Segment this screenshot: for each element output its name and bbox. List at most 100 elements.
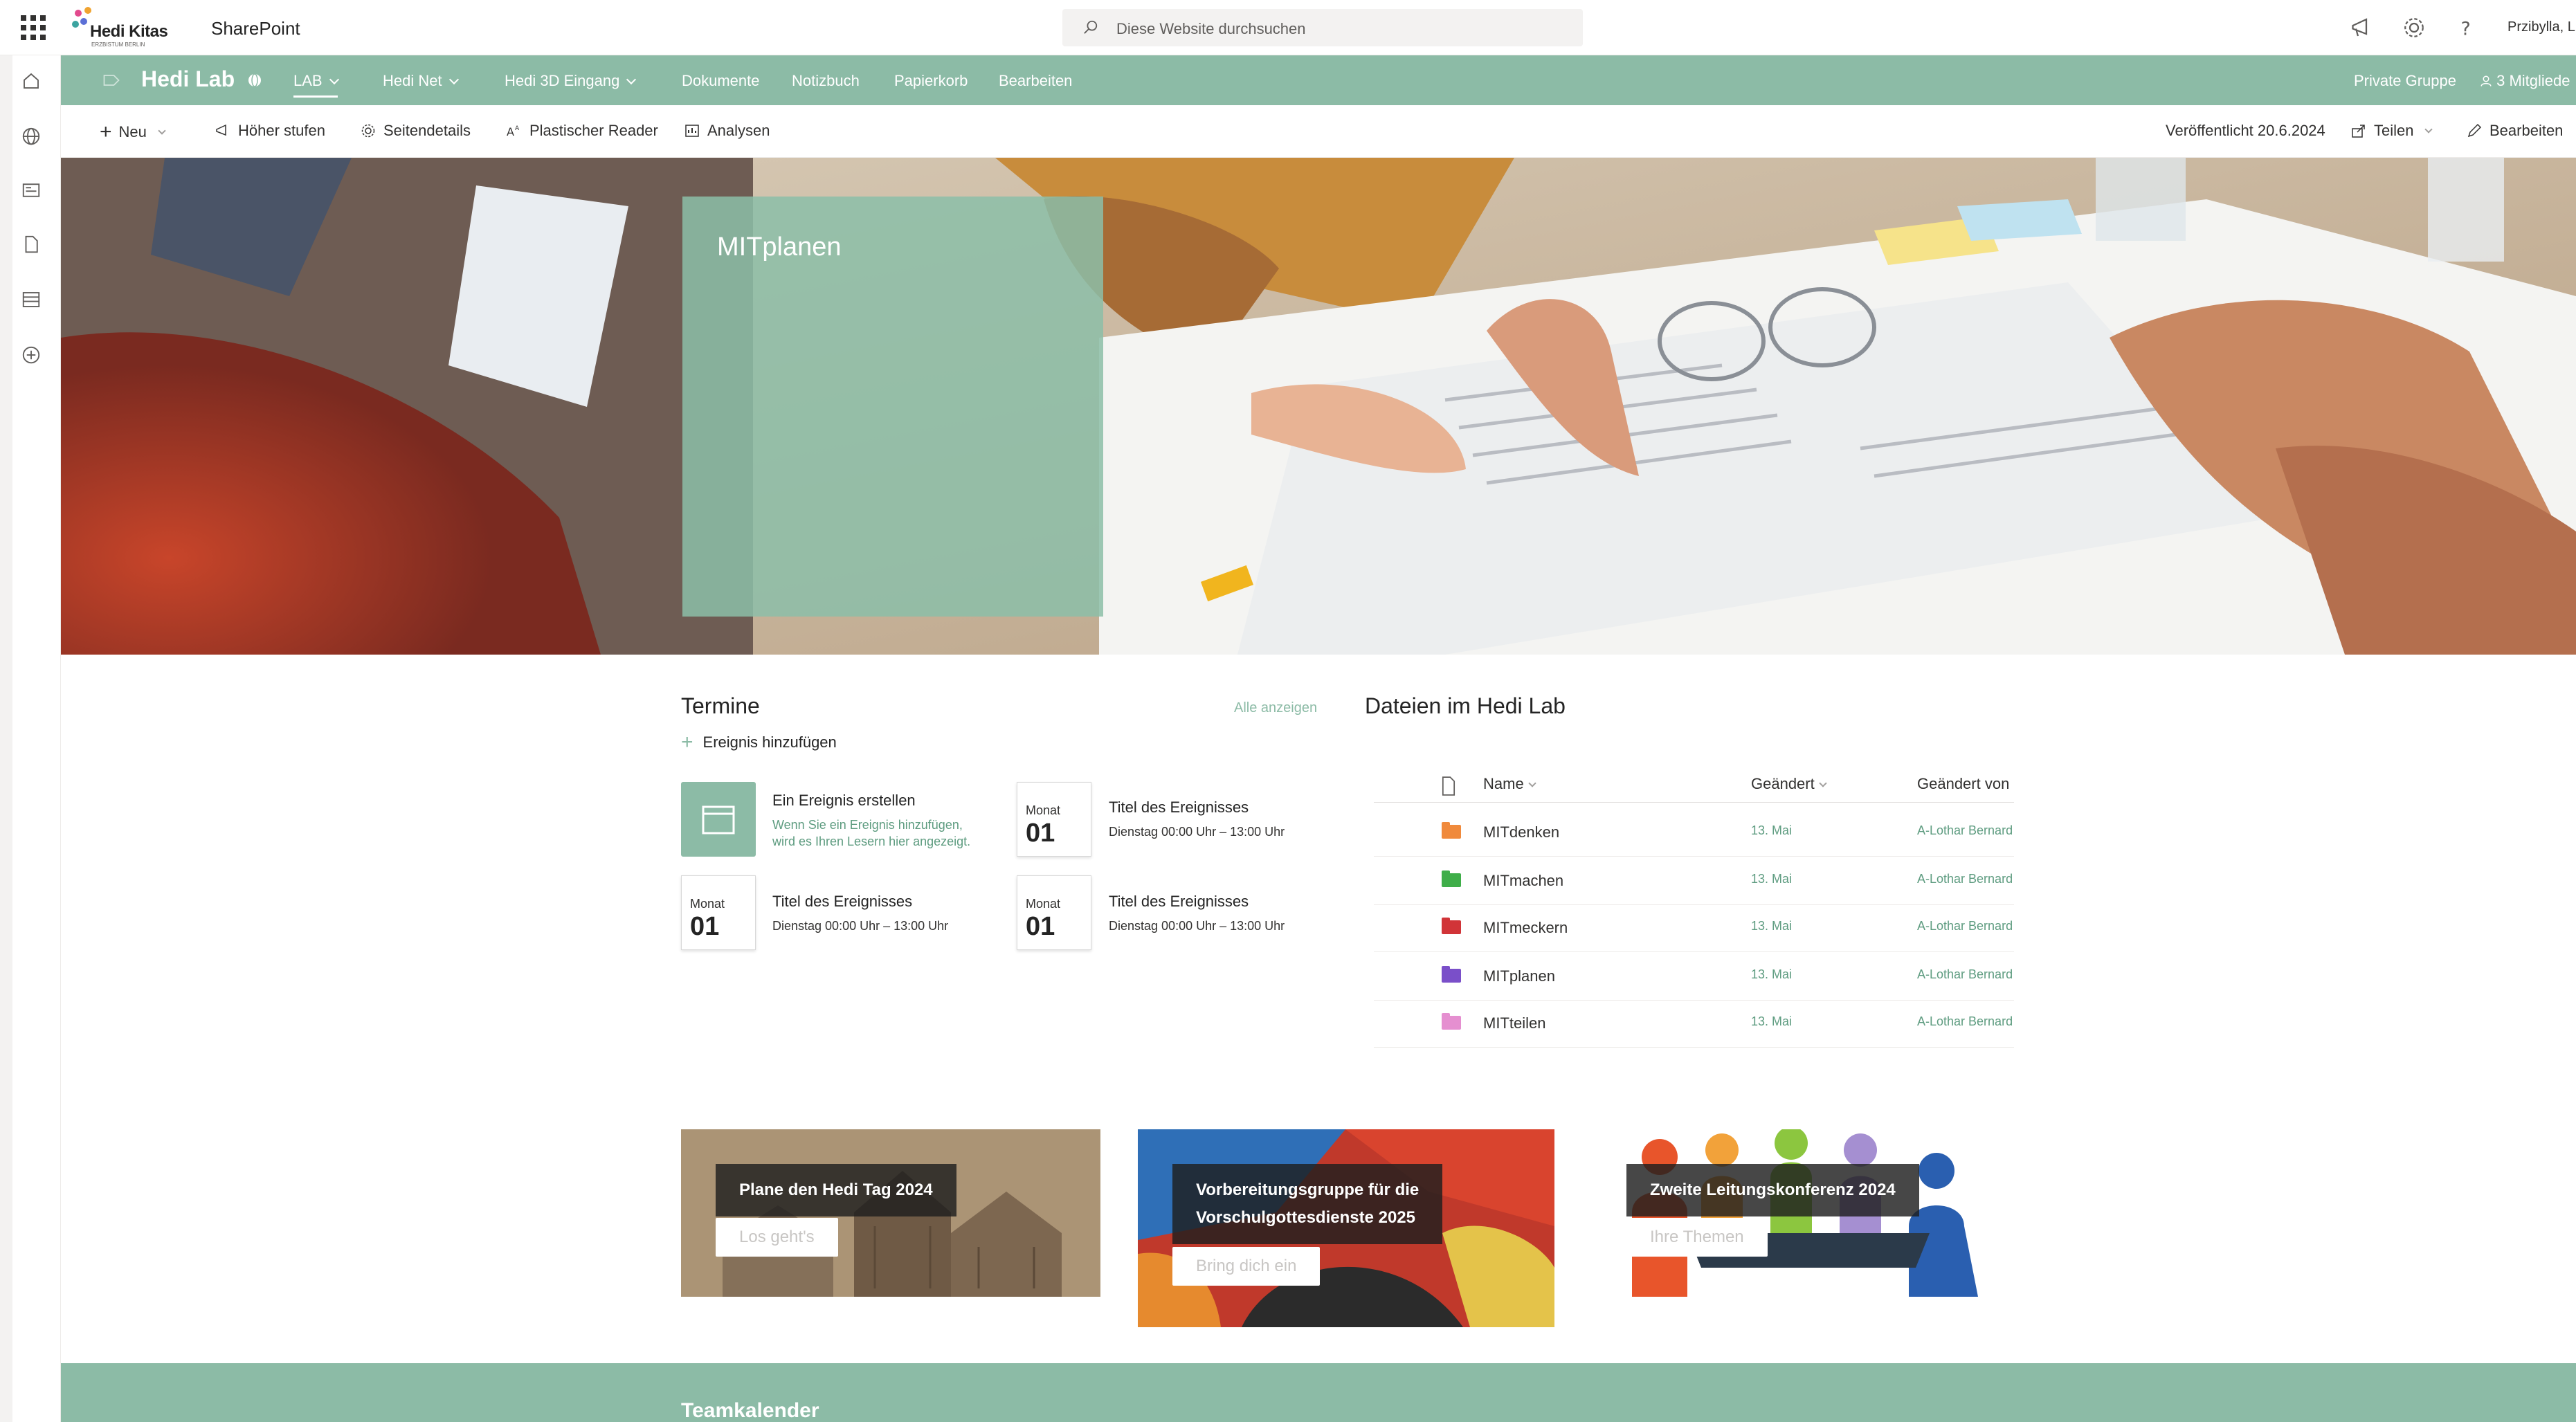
- nav-item-hedi-net[interactable]: Hedi Net: [383, 72, 459, 90]
- svg-text:?: ?: [2461, 19, 2471, 40]
- calendar-placeholder-tile: [681, 782, 756, 857]
- nav-item-hedi-3d-eingang[interactable]: Hedi 3D Eingang: [505, 72, 637, 90]
- file-name[interactable]: MITdenken: [1483, 823, 1559, 841]
- share-button[interactable]: Teilen: [2350, 122, 2433, 140]
- file-name[interactable]: MITmachen: [1483, 872, 1563, 890]
- banner-card-leitungskonferenz[interactable]: Zweite Leitungskonferenz 2024 Ihre Theme…: [1604, 1129, 2000, 1297]
- org-name: Hedi Kitas: [90, 22, 168, 41]
- org-logo[interactable]: Hedi Kitas ERZBISTUM BERLIN: [69, 6, 173, 50]
- app-name[interactable]: SharePoint: [211, 18, 300, 39]
- nav-item-bearbeiten[interactable]: Bearbeiten: [999, 72, 1072, 90]
- card-title: Vorbereitungsgruppe für die Vorschulgott…: [1172, 1164, 1443, 1244]
- card-title: Plane den Hedi Tag 2024: [716, 1164, 956, 1216]
- share-label: Teilen: [2374, 122, 2414, 139]
- add-circle-icon[interactable]: [21, 345, 42, 365]
- globe-icon: [248, 73, 261, 87]
- file-modified-by[interactable]: A-Lothar Bernard: [1917, 967, 2014, 982]
- new-button[interactable]: + Neu: [100, 122, 166, 143]
- site-title[interactable]: Hedi Lab: [141, 66, 235, 92]
- file-modified-by[interactable]: A-Lothar Bernard: [1917, 1014, 2014, 1029]
- event-title[interactable]: Titel des Ereignisses: [1109, 893, 1249, 911]
- analytics-icon: [685, 125, 699, 137]
- file-row[interactable]: MITmachen 13. Mai A-Lothar Bernard: [1374, 857, 2014, 905]
- megaphone-icon[interactable]: [2350, 15, 2375, 40]
- home-icon[interactable]: [21, 71, 42, 91]
- search-box[interactable]: Diese Website durchsuchen: [1062, 9, 1583, 46]
- group-privacy-label: Private Gruppe: [2354, 72, 2456, 89]
- file-row[interactable]: MITmeckern 13. Mai A-Lothar Bernard: [1374, 904, 2014, 952]
- file-row[interactable]: MITplanen 13. Mai A-Lothar Bernard: [1374, 952, 2014, 1001]
- analytics-label: Analysen: [707, 122, 770, 139]
- edit-button[interactable]: Bearbeiten: [2466, 122, 2563, 140]
- card-button[interactable]: Bring dich ein: [1172, 1247, 1321, 1286]
- column-header-modified[interactable]: Geändert: [1751, 775, 1827, 793]
- event-title[interactable]: Titel des Ereignisses: [772, 893, 912, 911]
- file-modified: 13. Mai: [1751, 967, 1793, 981]
- create-event-title[interactable]: Ein Ereignis erstellen: [772, 792, 916, 810]
- event-time: Dienstag 00:00 Uhr – 13:00 Uhr: [772, 919, 949, 933]
- page-details-button[interactable]: Seitendetails: [360, 122, 471, 140]
- members-button[interactable]: 3 Mitgliede: [2480, 72, 2570, 90]
- nav-item-dokumente[interactable]: Dokumente: [682, 72, 760, 90]
- event-title[interactable]: Titel des Ereignisses: [1109, 799, 1249, 817]
- gear-icon[interactable]: [2402, 15, 2427, 40]
- card-title: Zweite Leitungskonferenz 2024: [1626, 1164, 1919, 1216]
- news-icon[interactable]: [21, 180, 42, 201]
- immersive-reader-button[interactable]: AA Plastischer Reader: [506, 122, 658, 140]
- promote-button[interactable]: Höher stufen: [215, 122, 325, 140]
- person-icon: [2480, 75, 2492, 86]
- hero-banner[interactable]: MITplanen: [61, 158, 2576, 655]
- nav-item-notizbuch[interactable]: Notizbuch: [792, 72, 860, 90]
- document-icon[interactable]: [21, 234, 42, 255]
- event-time: Dienstag 00:00 Uhr – 13:00 Uhr: [1109, 919, 1285, 933]
- folder-icon: [1442, 966, 1461, 983]
- file-modified-by[interactable]: A-Lothar Bernard: [1917, 823, 2014, 838]
- chevron-down-icon: [1819, 779, 1827, 787]
- file-name[interactable]: MITmeckern: [1483, 919, 1568, 937]
- reader-icon: AA: [507, 125, 520, 138]
- share-icon: [2352, 125, 2365, 138]
- analytics-button[interactable]: Analysen: [684, 122, 770, 140]
- file-row[interactable]: MITdenken 13. Mai A-Lothar Bernard: [1374, 808, 2014, 857]
- new-label: Neu: [118, 123, 147, 140]
- card-button[interactable]: Los geht's: [716, 1218, 838, 1257]
- file-name[interactable]: MITplanen: [1483, 967, 1555, 985]
- column-header-name[interactable]: Name: [1483, 775, 1536, 793]
- event-day: 01: [1026, 819, 1055, 848]
- file-name[interactable]: MITteilen: [1483, 1014, 1545, 1032]
- members-label: 3 Mitgliede: [2496, 72, 2570, 89]
- events-see-all-link[interactable]: Alle anzeigen: [1234, 700, 1317, 716]
- file-modified-by[interactable]: A-Lothar Bernard: [1917, 919, 2014, 933]
- app-launcher-icon[interactable]: [21, 15, 46, 40]
- add-event-button[interactable]: + Ereignis hinzufügen: [681, 732, 837, 753]
- banner-card-hedi-tag[interactable]: Plane den Hedi Tag 2024 Los geht's: [681, 1129, 1100, 1297]
- gear-icon: [361, 124, 375, 138]
- banner-card-vorbereitungsgruppe[interactable]: Vorbereitungsgruppe für die Vorschulgott…: [1138, 1129, 1554, 1327]
- help-icon[interactable]: ?: [2453, 15, 2478, 40]
- column-name-label: Name: [1483, 775, 1524, 792]
- file-row[interactable]: MITteilen 13. Mai A-Lothar Bernard: [1374, 999, 2014, 1048]
- hero-background-image: [61, 158, 2576, 655]
- file-modified-by[interactable]: A-Lothar Bernard: [1917, 872, 2014, 886]
- pencil-icon: [2467, 123, 2482, 138]
- promote-label: Höher stufen: [238, 122, 325, 139]
- site-logo-icon[interactable]: [101, 71, 122, 90]
- folder-icon: [1442, 822, 1461, 839]
- suite-bar: Hedi Kitas ERZBISTUM BERLIN SharePoint D…: [0, 0, 2576, 55]
- list-icon[interactable]: [21, 289, 42, 310]
- user-name[interactable]: Przibylla, L: [2507, 19, 2575, 35]
- files-section-title[interactable]: Dateien im Hedi Lab: [1365, 693, 1566, 719]
- column-header-modified-by[interactable]: Geändert von: [1917, 775, 2009, 793]
- published-status: Veröffentlicht 20.6.2024: [2166, 122, 2325, 139]
- card-title-line: Vorschulgottesdienste 2025: [1196, 1208, 1415, 1227]
- create-event-desc-line: wird es Ihren Lesern hier angezeigt.: [772, 835, 971, 848]
- nav-label: LAB: [293, 72, 323, 89]
- nav-item-lab[interactable]: LAB: [293, 72, 339, 98]
- team-calendar-section: Teamkalender: [61, 1363, 2576, 1422]
- team-calendar-title: Teamkalender: [681, 1399, 819, 1422]
- globe-icon[interactable]: [21, 126, 42, 147]
- nav-item-papierkorb[interactable]: Papierkorb: [894, 72, 968, 90]
- event-month: Monat: [690, 897, 725, 911]
- card-button[interactable]: Ihre Themen: [1626, 1218, 1768, 1257]
- event-time: Dienstag 00:00 Uhr – 13:00 Uhr: [1109, 825, 1285, 839]
